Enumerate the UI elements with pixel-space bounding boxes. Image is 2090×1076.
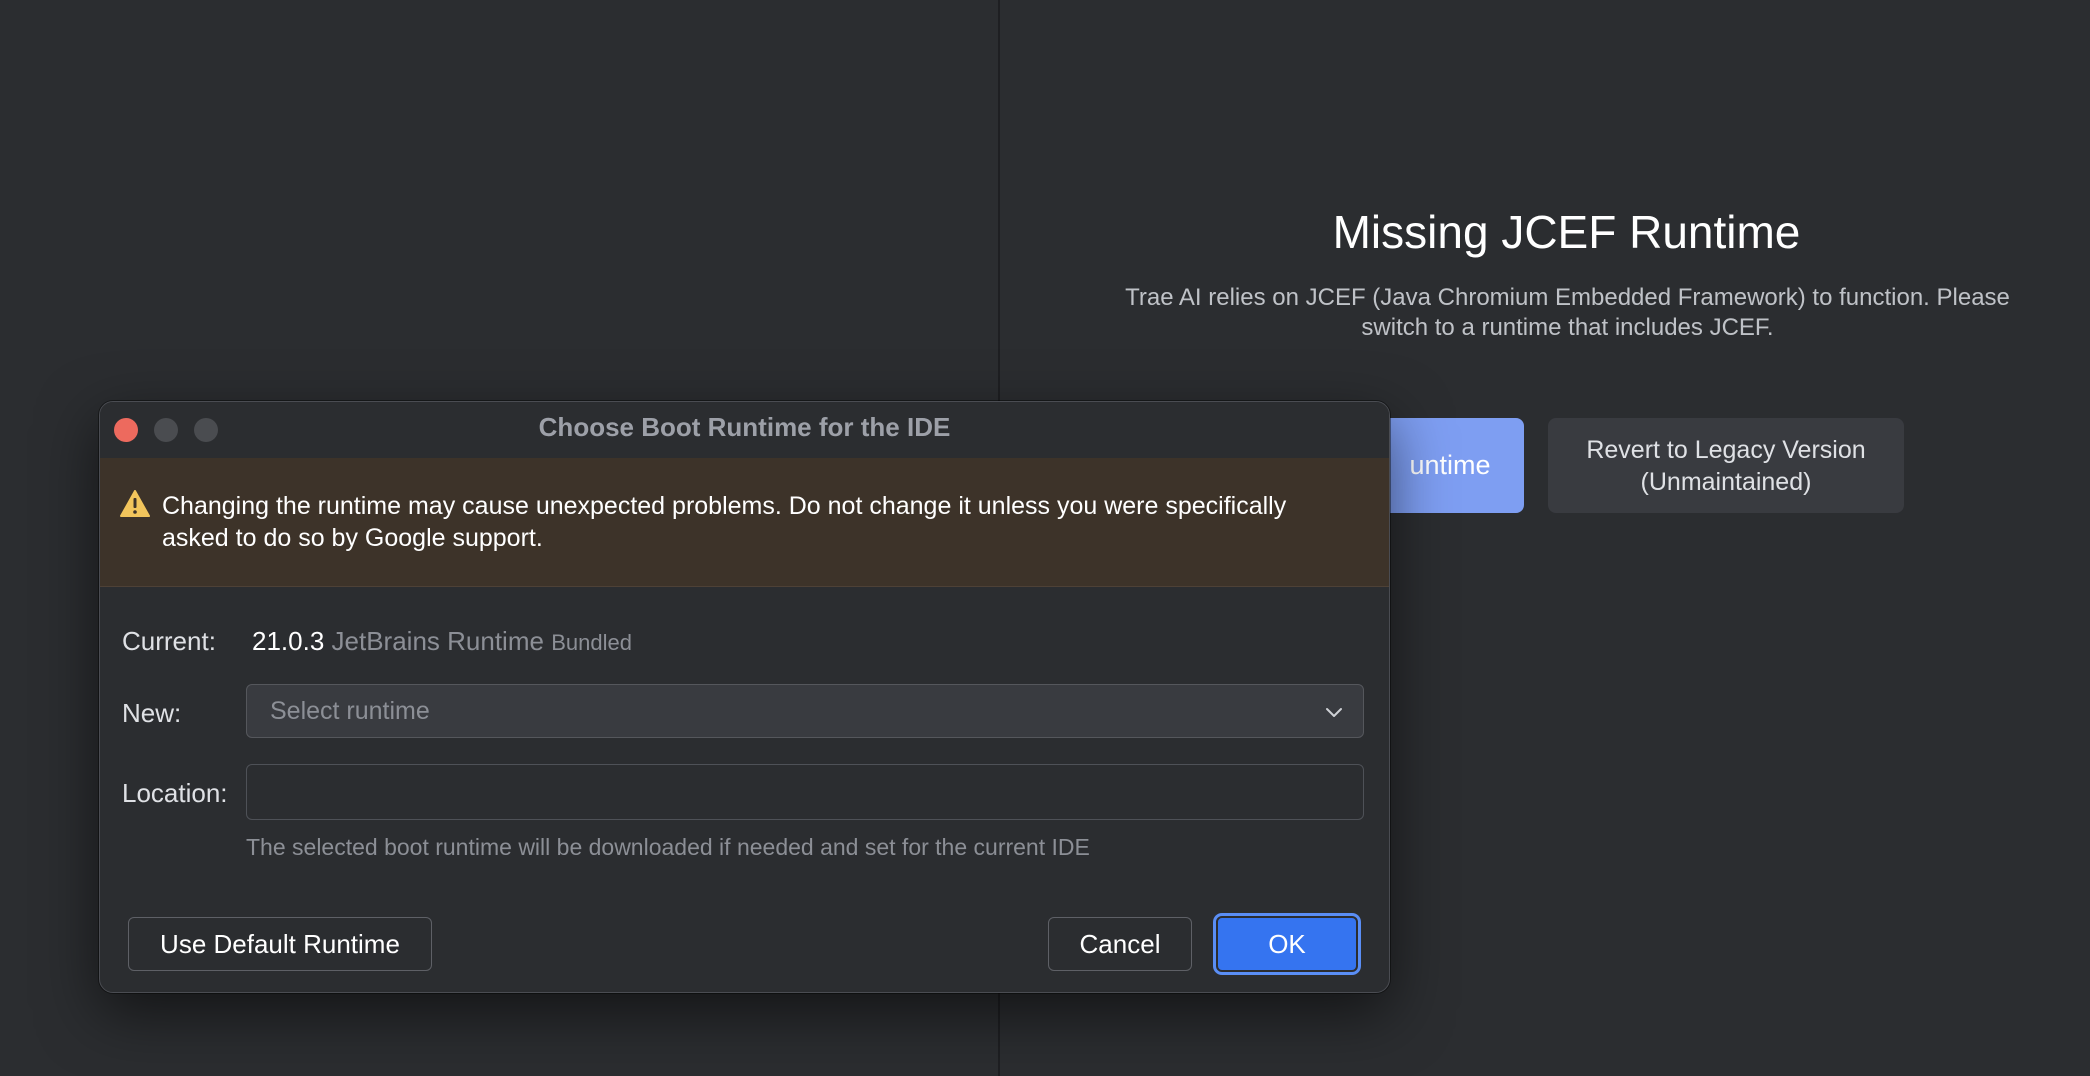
dialog-titlebar[interactable]: Choose Boot Runtime for the IDE (100, 402, 1389, 458)
download-hint: The selected boot runtime will be downlo… (246, 834, 1090, 860)
location-field[interactable] (246, 764, 1364, 820)
switch-runtime-label: untime (1409, 450, 1491, 480)
ok-label: OK (1268, 928, 1306, 959)
warning-banner: Changing the runtime may cause unexpecte… (100, 458, 1389, 587)
cancel-button[interactable]: Cancel (1048, 917, 1192, 971)
ok-button[interactable]: OK (1216, 916, 1358, 972)
jcef-panel-description: Trae AI relies on JCEF (Java Chromium Em… (1125, 284, 2010, 341)
jcef-panel-title: Missing JCEF Runtime (1332, 206, 1801, 258)
current-version: 21.0.3 (252, 626, 325, 656)
current-runtime-name: JetBrains Runtime (331, 626, 544, 656)
current-label: Current: (122, 626, 216, 656)
revert-legacy-label: Revert to Legacy Version (Unmaintained) (1586, 435, 1866, 496)
new-label: New: (122, 698, 182, 728)
chevron-down-icon (1326, 708, 1342, 717)
runtime-select-placeholder: Select runtime (270, 697, 430, 725)
choose-boot-runtime-dialog: Choose Boot Runtime for the IDE Changing… (99, 401, 1390, 993)
warning-triangle-icon (120, 490, 150, 517)
warning-text: Changing the runtime may cause unexpecte… (162, 492, 1287, 552)
current-runtime-tag: Bundled (551, 630, 632, 655)
cancel-label: Cancel (1079, 928, 1161, 959)
use-default-runtime-button[interactable]: Use Default Runtime (128, 917, 432, 971)
dialog-title: Choose Boot Runtime for the IDE (538, 412, 951, 442)
current-runtime: 21.0.3 JetBrains Runtime Bundled (252, 626, 632, 657)
runtime-select[interactable]: Select runtime (246, 684, 1364, 738)
revert-legacy-button[interactable]: Revert to Legacy Version (Unmaintained) (1548, 418, 1904, 513)
use-default-runtime-label: Use Default Runtime (160, 928, 400, 959)
location-label: Location: (122, 778, 228, 808)
